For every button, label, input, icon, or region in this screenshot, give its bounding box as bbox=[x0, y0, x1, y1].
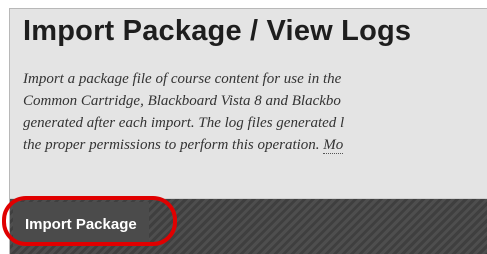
page-description: Import a package file of course content … bbox=[23, 68, 487, 156]
description-line: Common Cartridge, Blackboard Vista 8 and… bbox=[23, 93, 341, 109]
page-frame: Import Package / View Logs Import a pack… bbox=[9, 8, 487, 254]
page-title: Import Package / View Logs bbox=[23, 15, 412, 47]
description-line-text: the proper permissions to perform this o… bbox=[23, 137, 324, 153]
more-help-link[interactable]: Mo bbox=[323, 137, 344, 154]
import-package-button[interactable]: Import Package bbox=[13, 202, 149, 246]
description-line: generated after each import. The log fil… bbox=[23, 115, 345, 131]
action-bar: Import Package bbox=[10, 199, 487, 254]
description-line: Import a package file of course content … bbox=[23, 71, 342, 87]
description-line: the proper permissions to perform this o… bbox=[23, 134, 487, 156]
page-header: Import Package / View Logs Import a pack… bbox=[10, 9, 487, 199]
